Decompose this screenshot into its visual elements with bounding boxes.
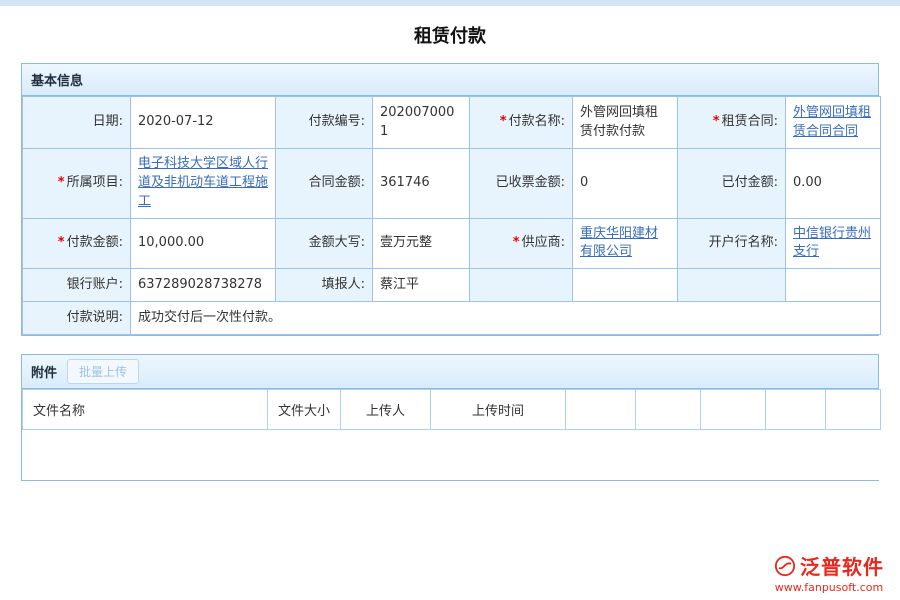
attachments-empty-area [23, 430, 881, 480]
field-label-empty-1 [470, 269, 573, 302]
basic-info-section-header: 基本信息 [22, 64, 878, 96]
field-value-date: 2020-07-12 [131, 97, 276, 149]
required-mark: * [513, 235, 520, 250]
field-label-text: 所属项目: [67, 175, 123, 190]
field-label-payment-no: 付款编号: [276, 97, 373, 149]
attachments-header-row: 文件名称 文件大小 上传人 上传时间 [23, 390, 881, 430]
attachments-section-header: 附件 批量上传 [22, 355, 878, 389]
field-value-project: 电子科技大学区域人行道及非机动车道工程施工 [131, 149, 276, 219]
field-label-text: 开户行名称: [709, 235, 778, 250]
table-row: 日期: 2020-07-12 付款编号: 2020070001 *付款名称: 外… [23, 97, 881, 149]
table-row: *付款金额: 10,000.00 金额大写: 壹万元整 *供应商: 重庆华阳建材… [23, 218, 881, 269]
field-label-preparer: 填报人: [276, 269, 373, 302]
brand-name: 泛普软件 [800, 551, 884, 580]
attachments-table: 文件名称 文件大小 上传人 上传时间 [22, 389, 881, 480]
attachment-col-filename: 文件名称 [23, 390, 268, 430]
required-mark: * [713, 114, 720, 129]
field-label-text: 已付金额: [722, 175, 778, 190]
field-label-project: *所属项目: [23, 149, 131, 219]
attachment-col-empty [826, 390, 881, 430]
field-label-text: 付款金额: [67, 235, 123, 250]
field-value-paid-amount: 0.00 [786, 149, 881, 219]
field-label-text: 已收票金额: [496, 175, 565, 190]
field-label-text: 付款名称: [509, 114, 565, 129]
project-link[interactable]: 电子科技大学区域人行道及非机动车道工程施工 [138, 156, 268, 209]
field-label-bank-account: 银行账户: [23, 269, 131, 302]
field-label-text: 付款编号: [309, 114, 365, 129]
field-value-supplier: 重庆华阳建材有限公司 [573, 218, 678, 269]
field-label-payment-note: 付款说明: [23, 302, 131, 335]
field-label-paid-amount: 已付金额: [678, 149, 786, 219]
brand-row: 泛普软件 [774, 551, 884, 580]
field-label-payment-amount: *付款金额: [23, 218, 131, 269]
field-label-contract-amount: 合同金额: [276, 149, 373, 219]
field-label-empty-2 [678, 269, 786, 302]
field-label-lease-contract: *租赁合同: [678, 97, 786, 149]
field-value-empty-1 [573, 269, 678, 302]
attachment-col-empty [566, 390, 636, 430]
attachment-col-uploadtime: 上传时间 [431, 390, 566, 430]
field-value-preparer: 蔡江平 [373, 269, 470, 302]
field-label-invoiced-amount: 已收票金额: [470, 149, 573, 219]
fanpu-logo-icon [774, 555, 796, 577]
required-mark: * [58, 175, 65, 190]
field-label-amount-in-words: 金额大写: [276, 218, 373, 269]
attachments-section: 附件 批量上传 文件名称 文件大小 上传人 上传时间 [21, 354, 879, 481]
table-row: 银行账户: 637289028738278 填报人: 蔡江平 [23, 269, 881, 302]
supplier-link[interactable]: 重庆华阳建材有限公司 [580, 226, 658, 260]
footer-brand: 泛普软件 www.fanpusoft.com [774, 551, 884, 594]
field-value-amount-in-words: 壹万元整 [373, 218, 470, 269]
field-value-bank-branch: 中信银行贵州支行 [786, 218, 881, 269]
field-label-text: 租赁合同: [722, 114, 778, 129]
field-value-empty-2 [786, 269, 881, 302]
field-value-contract-amount: 361746 [373, 149, 470, 219]
field-label-payment-name: *付款名称: [470, 97, 573, 149]
table-row: 付款说明: 成功交付后一次性付款。 [23, 302, 881, 335]
field-value-payment-note: 成功交付后一次性付款。 [131, 302, 881, 335]
required-mark: * [58, 235, 65, 250]
attachment-col-uploader: 上传人 [341, 390, 431, 430]
field-value-lease-contract: 外管网回填租赁合同合同 [786, 97, 881, 149]
field-label-text: 日期: [93, 114, 123, 129]
batch-upload-button[interactable]: 批量上传 [67, 359, 139, 384]
page-title: 租赁付款 [21, 22, 879, 48]
lease-contract-link[interactable]: 外管网回填租赁合同合同 [793, 105, 871, 139]
page-container: 租赁付款 基本信息 日期: 2020-07-12 付款编号: 202007000… [21, 22, 879, 481]
field-label-text: 银行账户: [67, 277, 123, 292]
field-label-text: 金额大写: [309, 235, 365, 250]
field-label-text: 供应商: [522, 235, 565, 250]
field-label-text: 合同金额: [309, 175, 365, 190]
field-label-text: 填报人: [322, 277, 365, 292]
field-value-invoiced-amount: 0 [573, 149, 678, 219]
field-label-supplier: *供应商: [470, 218, 573, 269]
basic-info-section: 基本信息 日期: 2020-07-12 付款编号: 2020070001 *付款… [21, 63, 879, 336]
attachment-col-empty [636, 390, 701, 430]
table-row: *所属项目: 电子科技大学区域人行道及非机动车道工程施工 合同金额: 36174… [23, 149, 881, 219]
attachments-title: 附件 [31, 362, 57, 381]
attachments-empty-row [23, 430, 881, 480]
field-value-payment-name: 外管网回填租赁付款付款 [573, 97, 678, 149]
attachment-col-filesize: 文件大小 [268, 390, 341, 430]
attachment-col-empty [701, 390, 766, 430]
required-mark: * [500, 114, 507, 129]
bank-branch-link[interactable]: 中信银行贵州支行 [793, 226, 871, 260]
field-value-payment-amount: 10,000.00 [131, 218, 276, 269]
top-accent-bar [0, 0, 900, 6]
basic-info-table: 日期: 2020-07-12 付款编号: 2020070001 *付款名称: 外… [22, 96, 881, 335]
field-value-bank-account: 637289028738278 [131, 269, 276, 302]
field-label-bank-branch: 开户行名称: [678, 218, 786, 269]
brand-website[interactable]: www.fanpusoft.com [774, 581, 884, 594]
attachment-col-empty [766, 390, 826, 430]
field-value-payment-no: 2020070001 [373, 97, 470, 149]
field-label-date: 日期: [23, 97, 131, 149]
